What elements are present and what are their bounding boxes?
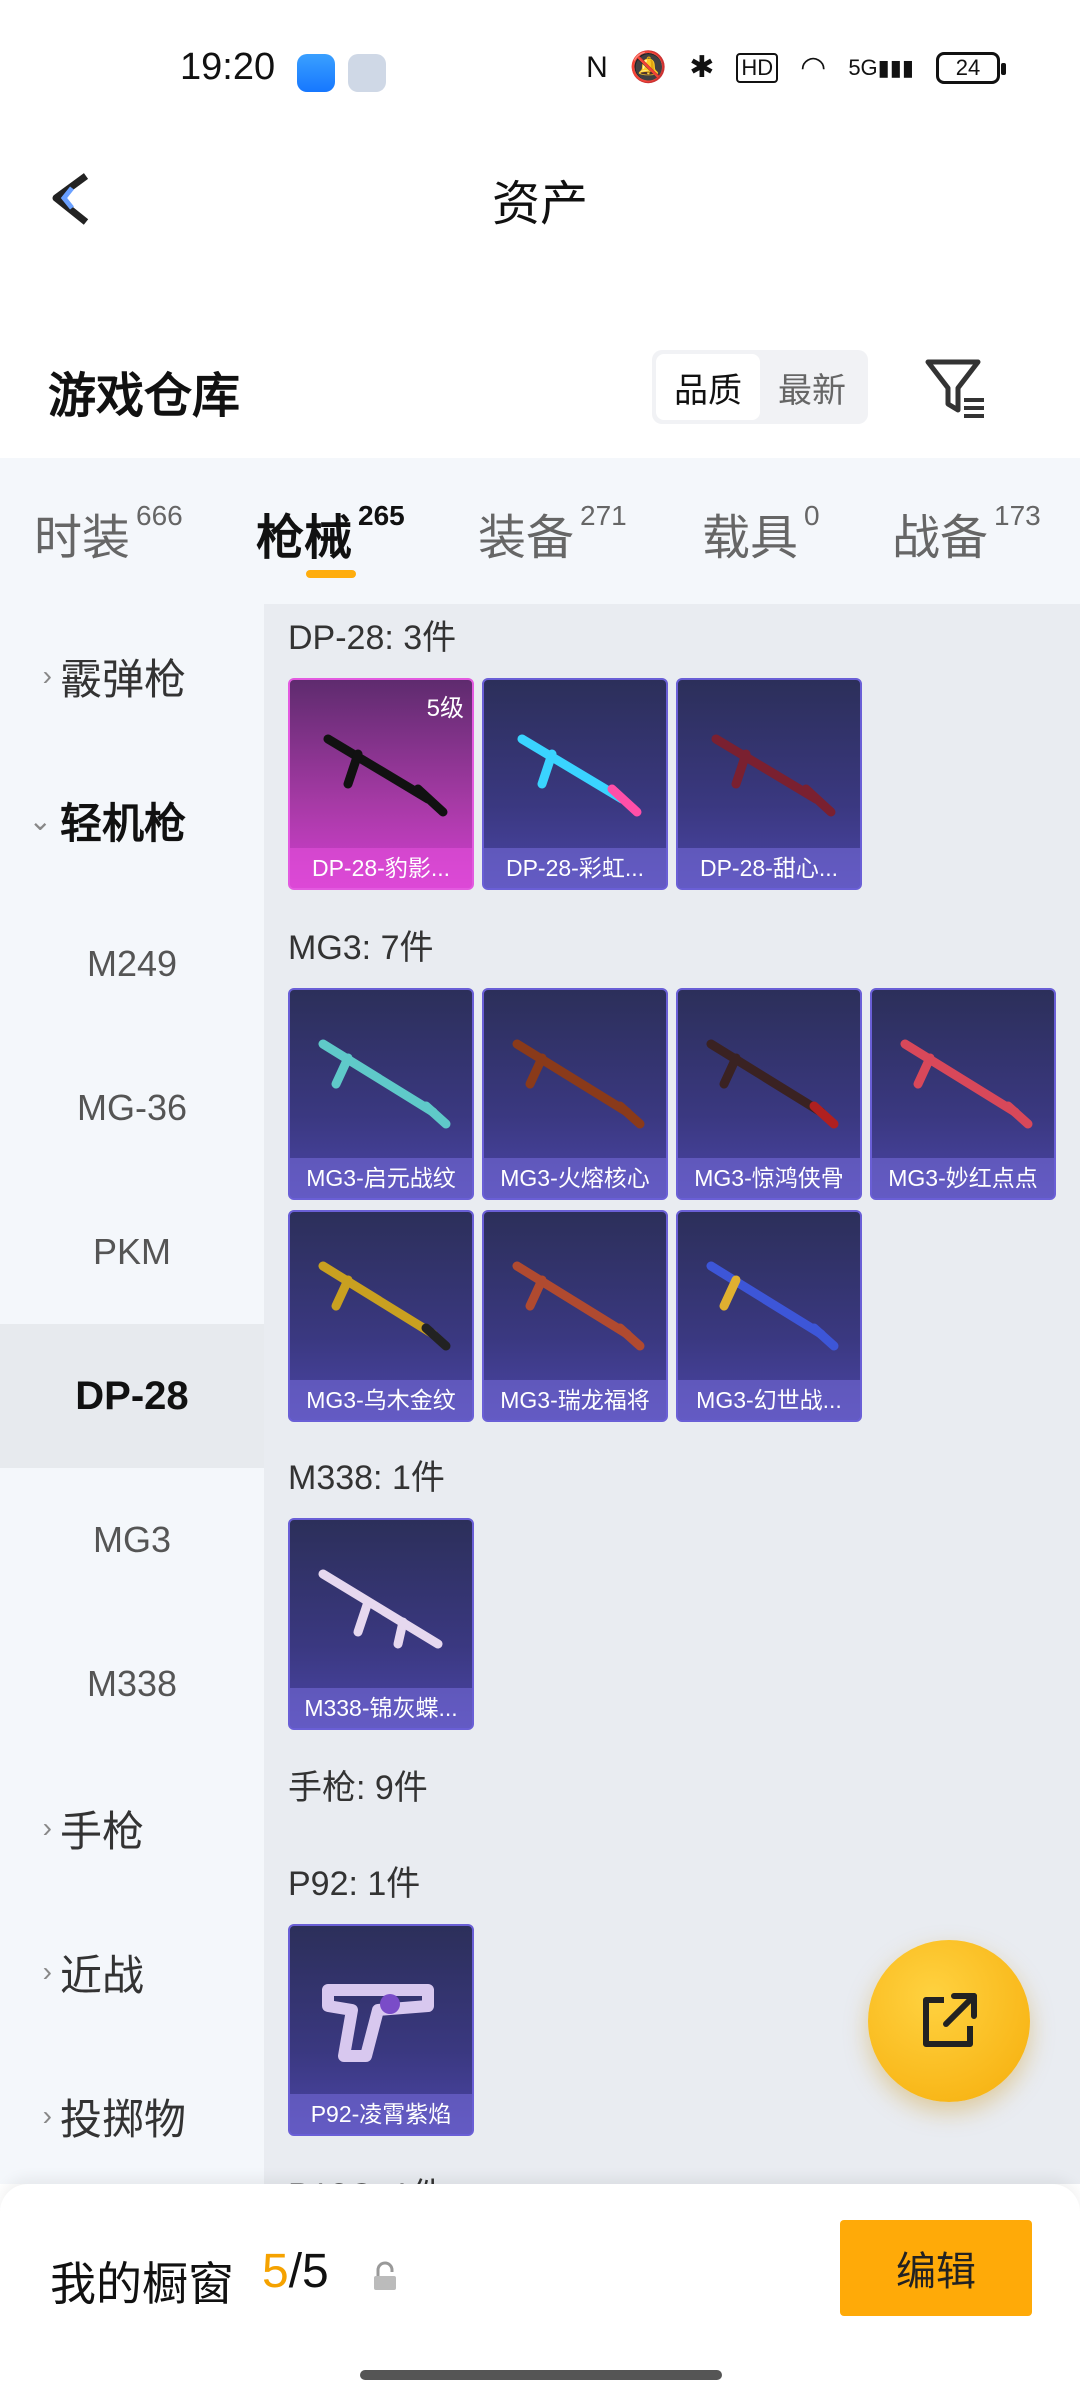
status-icons: N 🔕 ✱ HD ◠ 5G▮▮▮ 24 [586,50,1006,85]
share-icon [923,1993,977,2047]
group-title-mg3: MG3: 7件 [288,929,434,967]
weapon-card[interactable]: MG3-瑞龙福将 [482,1210,668,1422]
sidebar-subitem-mg3[interactable]: MG3 [0,1468,264,1612]
weapon-card[interactable]: MG3-惊鸿侠骨 [676,988,862,1200]
sort-latest-option[interactable]: 最新 [760,354,864,420]
status-time: 19:20 [180,46,276,88]
chevron-right-icon: › [42,660,52,691]
wifi-icon: ◠ [800,51,827,84]
sort-toggle: 品质 最新 [652,350,868,424]
sidebar-subitem-pkm[interactable]: PKM [0,1180,264,1324]
weapon-card[interactable]: MG3-乌木金纹 [288,1210,474,1422]
group-title-m338: M338: 1件 [288,1459,445,1497]
weapon-card[interactable]: MG3-火熔核心 [482,988,668,1200]
weapon-card[interactable]: 5级 DP-28-豹影... [288,678,474,890]
cat-app-icon [348,54,386,92]
weapon-card[interactable]: MG3-妙红点点 [870,988,1056,1200]
sidebar-subitem-mg36[interactable]: MG-36 [0,1036,264,1180]
tab-firearms[interactable]: 枪械 265 [256,498,405,568]
sort-quality-option[interactable]: 品质 [656,354,760,420]
lmg-weapon-icon [318,1261,451,1351]
lmg-weapon-icon [318,1039,451,1129]
filter-button[interactable] [920,352,990,422]
group-title-dp28: DP-28: 3件 [288,619,457,657]
top-header: 资产 [0,140,1080,250]
weapon-category-sidebar: › 霰弹枪 ⌄ 轻机枪 M249 MG-36 PKM DP-28 MG3 M33… [0,604,264,2184]
weapon-card[interactable]: MG3-幻世战... [676,1210,862,1422]
sidebar-subitem-dp28[interactable]: DP-28 [0,1324,264,1468]
warehouse-title: 游戏仓库 [48,370,241,423]
tab-supplies[interactable]: 战备 173 [892,498,1041,568]
showcase-bar: 我的橱窗 5/5 编辑 [0,2184,1080,2400]
app-notification-icon [297,54,335,92]
home-indicator[interactable] [360,2370,722,2380]
chevron-right-icon: › [42,1812,52,1843]
sidebar-item-melee[interactable]: › 近战 [0,1900,264,2044]
bluetooth-icon: ✱ [689,51,715,84]
mute-icon: 🔕 [629,51,668,84]
showcase-label: 我的橱窗 [50,2258,234,2310]
weapon-card[interactable]: P92-凌霄紫焰 [288,1924,474,2136]
pistol-weapon-icon [322,1984,434,2062]
lmg-weapon-icon [517,734,642,817]
weapon-card[interactable]: M338-锦灰蝶... [288,1518,474,1730]
category-tabs: 时装 666 枪械 265 装备 271 载具 0 战备 173 [0,458,1080,604]
group-title-p18c: P18C: 1件 [288,2168,445,2184]
status-bar: 19:20 N 🔕 ✱ HD ◠ 5G▮▮▮ 24 [0,0,1080,150]
group-title-p92: P92: 1件 [288,1865,421,1903]
sidebar-item-shotgun[interactable]: › 霰弹枪 [0,604,264,748]
filter-icon [925,359,984,418]
lmg-weapon-icon [900,1039,1033,1129]
weapon-card[interactable]: MG3-启元战纹 [288,988,474,1200]
share-fab-button[interactable] [868,1940,1030,2102]
rifle-weapon-icon [318,1569,443,1649]
weapon-card[interactable]: DP-28-甜心... [676,678,862,890]
lmg-weapon-icon [323,734,448,817]
sidebar-subitem-m338[interactable]: M338 [0,1612,264,1756]
lmg-weapon-icon [512,1261,645,1351]
nfc-icon: N [586,50,608,84]
weapon-card[interactable]: DP-28-彩虹... [482,678,668,890]
lock-icon [374,2261,396,2290]
lmg-weapon-icon [706,1039,839,1129]
tab-vehicles[interactable]: 载具 0 [702,498,820,568]
edit-button[interactable]: 编辑 [840,2220,1032,2316]
chevron-right-icon: › [42,2100,52,2131]
tab-equipment[interactable]: 装备 271 [478,498,627,568]
chevron-down-icon: ⌄ [28,804,52,836]
lmg-weapon-icon [711,734,836,817]
showcase-count: 5/5 [262,2245,329,2298]
lmg-weapon-icon [512,1039,645,1129]
sidebar-item-lmg[interactable]: ⌄ 轻机枪 [0,748,264,892]
battery-icon: 24 [936,51,1006,84]
sidebar-subitem-m249[interactable]: M249 [0,892,264,1036]
sidebar-item-pistol[interactable]: › 手枪 [0,1756,264,1900]
lmg-weapon-icon [706,1261,839,1351]
tab-fashion[interactable]: 时装 666 [34,498,183,568]
group-title-pistol: 手枪: 9件 [288,1769,428,1807]
signal-icon: 5G▮▮▮ [848,54,914,80]
page-title: 资产 [491,178,588,231]
sidebar-item-throwables[interactable]: › 投掷物 [0,2044,264,2188]
chevron-right-icon: › [42,1956,52,1987]
hd-icon: HD [736,52,779,83]
active-tab-indicator [306,570,356,578]
